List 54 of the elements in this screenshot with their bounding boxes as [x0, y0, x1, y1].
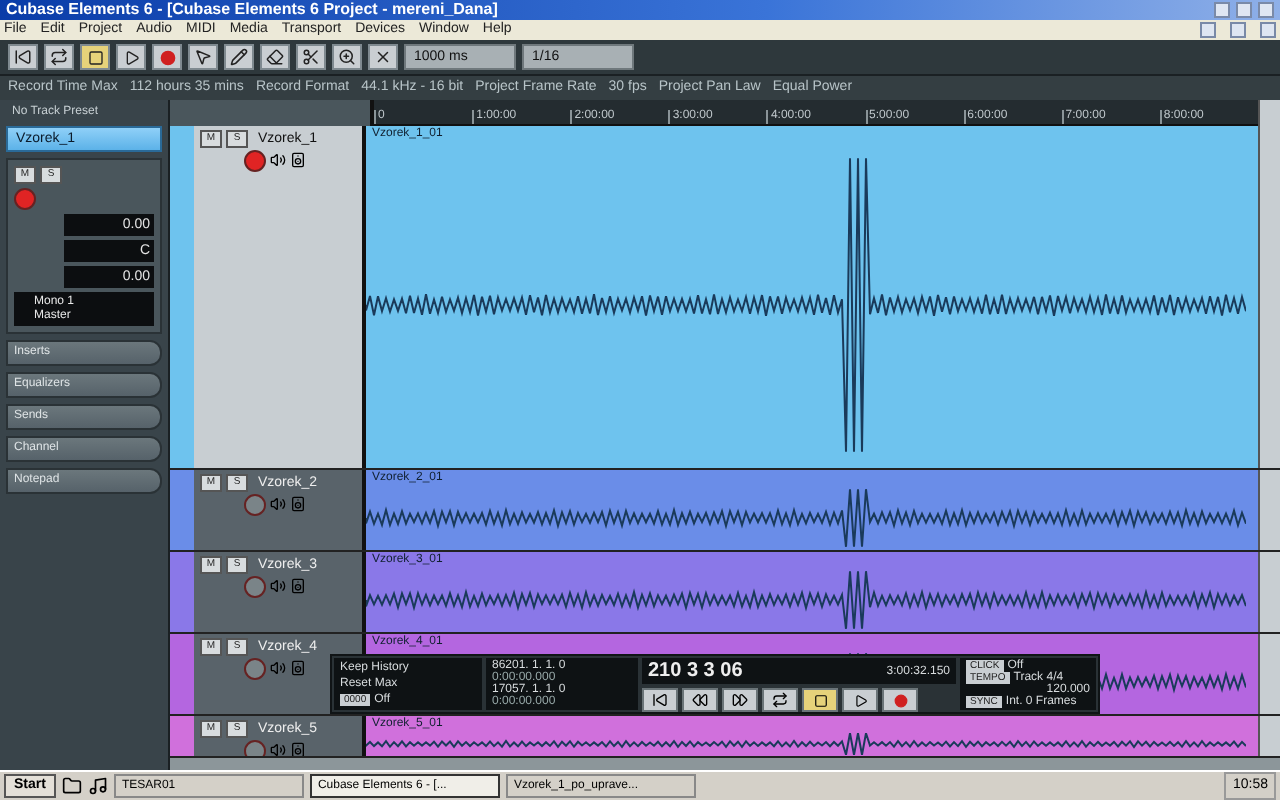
tool-button[interactable] — [368, 44, 398, 71]
record-enable-button[interactable] — [244, 493, 266, 516]
scrollbar[interactable] — [1258, 715, 1280, 756]
record-enable-button[interactable] — [244, 657, 266, 680]
skip-back-button[interactable] — [8, 44, 38, 71]
loop-icon — [50, 48, 68, 67]
pencil-icon — [230, 48, 248, 67]
restore-button[interactable] — [1230, 22, 1246, 38]
stop-button[interactable] — [802, 688, 838, 712]
record-button[interactable] — [152, 44, 182, 71]
record-enable-button[interactable] — [244, 575, 266, 598]
rewind-to-start-button[interactable] — [642, 688, 678, 712]
stop-button[interactable] — [80, 44, 110, 71]
record-enable-button[interactable] — [244, 739, 266, 756]
maximize-button[interactable] — [1236, 2, 1252, 18]
tool-button[interactable] — [224, 44, 254, 71]
window-title: Cubase Elements 6 - [Cubase Elements 6 Project - mereni_Dana] — [6, 0, 500, 20]
tool-button[interactable] — [260, 44, 290, 71]
play-icon — [123, 49, 139, 66]
scissors-icon — [302, 48, 320, 67]
rewind-icon — [692, 692, 708, 708]
scrollbar[interactable] — [1258, 633, 1280, 714]
forward-button[interactable] — [722, 688, 758, 712]
rewind-button[interactable] — [682, 688, 718, 712]
pointer-icon — [194, 48, 212, 67]
speaker-icon[interactable] — [290, 152, 306, 169]
loop-icon — [772, 692, 788, 708]
record-button[interactable] — [882, 688, 918, 712]
skip-back-icon — [652, 692, 668, 708]
record-enable-button[interactable] — [244, 149, 266, 172]
zoom-icon — [338, 48, 356, 67]
tool-button[interactable] — [188, 44, 218, 71]
cycle-button[interactable] — [762, 688, 798, 712]
eraser-icon — [266, 48, 284, 67]
record-icon — [893, 693, 907, 707]
scrollbar[interactable] — [1258, 551, 1280, 632]
play-button[interactable] — [842, 688, 878, 712]
record-icon — [159, 49, 175, 66]
play-icon — [853, 693, 867, 707]
scrollbar[interactable] — [1258, 125, 1280, 468]
stop-icon — [813, 693, 827, 707]
tool-button[interactable] — [332, 44, 362, 71]
stop-icon — [87, 49, 103, 66]
scrollbar[interactable] — [1258, 99, 1280, 126]
tool-button[interactable] — [296, 44, 326, 71]
cycle-button[interactable] — [44, 44, 74, 71]
monitor-icon[interactable] — [270, 152, 286, 169]
music-icon[interactable] — [87, 775, 108, 796]
skip-back-icon — [14, 48, 32, 67]
fast-forward-icon — [732, 692, 748, 708]
play-button[interactable] — [116, 44, 146, 71]
position-value[interactable]: 210 3 3 06 — [648, 660, 743, 682]
folder-icon[interactable] — [61, 775, 82, 796]
scrollbar[interactable] — [1258, 469, 1280, 550]
